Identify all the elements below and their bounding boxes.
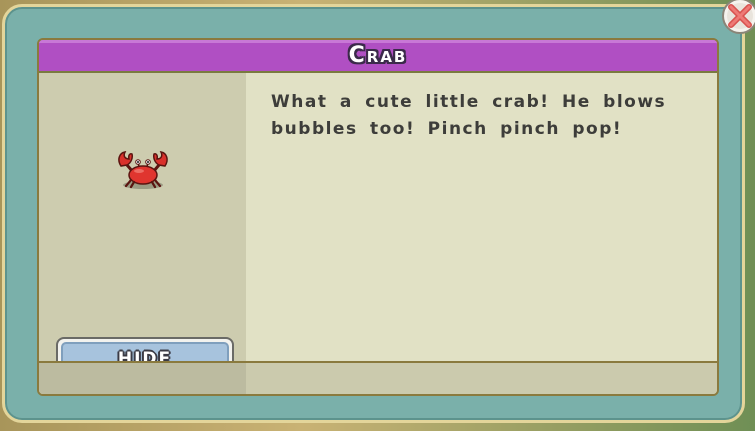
item-description: What a cute little crab! He blows bubble…	[271, 92, 667, 139]
description-area: What a cute little crab! He blows bubble…	[246, 73, 717, 361]
footer-bar	[39, 361, 717, 394]
item-info-panel: Crab HIDE What a cute little crab! He bl…	[37, 38, 719, 396]
footer-left-segment	[39, 363, 246, 394]
crab-icon	[118, 151, 168, 189]
title-bar: Crab	[39, 40, 717, 73]
dialog-frame: Crab HIDE What a cute little crab! He bl…	[2, 4, 745, 423]
close-x-icon[interactable]	[720, 0, 755, 36]
item-preview-column: HIDE	[39, 73, 246, 381]
dialog-title: Crab	[348, 43, 408, 68]
